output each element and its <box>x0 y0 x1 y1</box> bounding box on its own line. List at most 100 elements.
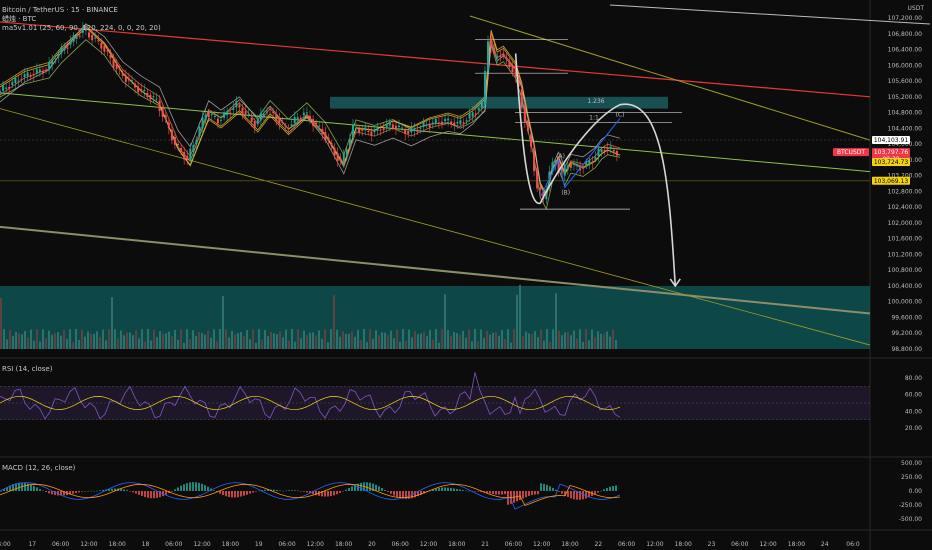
macd-title[interactable]: MACD (12, 26, close) <box>2 464 75 473</box>
candle-body <box>106 50 109 52</box>
candle-body <box>526 120 529 132</box>
candle-body <box>146 92 149 98</box>
volume-bar <box>390 330 392 349</box>
volume-bar <box>462 330 464 349</box>
wave-a-label: (A) <box>556 153 565 160</box>
candle-body <box>315 122 318 125</box>
macd-histogram-bar <box>132 491 134 493</box>
candle-body <box>287 128 290 130</box>
volume-bar <box>351 331 353 349</box>
candle-body <box>416 129 419 132</box>
macd-histogram-bar <box>285 490 287 492</box>
volume-bar <box>513 329 515 349</box>
candle-body <box>318 125 321 127</box>
time-axis-label: 19 <box>255 541 263 548</box>
candle-body <box>177 144 180 146</box>
macd-axis-label: 250.00 <box>901 474 922 481</box>
volume-bar <box>594 336 596 349</box>
candle-body <box>487 41 490 72</box>
price-axis-label: 104,400.00 <box>888 125 923 132</box>
chart-canvas[interactable]: 1.2361:1(A)(B)(C)USDT107,200.00106,800.0… <box>0 0 932 550</box>
macd-histogram-bar <box>582 491 584 500</box>
macd-histogram-bar <box>186 483 188 491</box>
macd-histogram-bar <box>549 486 551 491</box>
time-axis-label: 18:00 <box>448 541 465 548</box>
volume-bar <box>177 339 179 349</box>
candle-body <box>198 126 201 137</box>
volume-bar <box>444 294 446 349</box>
macd-histogram-bar <box>198 482 200 491</box>
macd-histogram-bar <box>153 491 155 499</box>
volume-bar <box>72 342 74 349</box>
macd-histogram-bar <box>294 490 296 491</box>
volume-bar <box>483 337 485 349</box>
time-axis-label: 18 <box>142 541 150 548</box>
macd-histogram-bar <box>237 491 239 498</box>
macd-histogram-bar <box>615 485 617 491</box>
candle-body <box>88 32 91 38</box>
price-axis-label: 106,800.00 <box>888 31 923 38</box>
candle-body <box>413 128 416 131</box>
volume-bar <box>36 329 38 349</box>
volume-bar <box>609 336 611 349</box>
candle-body <box>483 71 486 105</box>
chart-root: 1.236 1:1 (A) (B) (C) USDT 107,200.00 106,800.0… <box>0 0 932 550</box>
volume-bar <box>3 329 5 349</box>
candle-body <box>26 72 29 77</box>
volume-bar <box>477 341 479 349</box>
candle-body <box>170 129 173 141</box>
macd-histogram-bar <box>546 484 548 491</box>
volume-bar <box>138 338 140 349</box>
volume-bar <box>570 335 572 349</box>
candle-body <box>355 128 358 130</box>
volume-bar <box>612 329 614 349</box>
macd-histogram-bar <box>231 491 233 498</box>
macd-histogram-bar <box>492 491 494 495</box>
macd-histogram-bar <box>594 491 596 495</box>
macd-histogram-bar <box>273 489 275 491</box>
volume-bar <box>528 333 530 349</box>
candle-body <box>468 113 471 119</box>
macd-histogram-bar <box>531 491 533 496</box>
candle-body <box>137 86 140 93</box>
time-axis-label: 12:00 <box>533 541 550 548</box>
macd-histogram-bar <box>393 491 395 496</box>
volume-bar <box>75 329 77 349</box>
volume-bar <box>369 329 371 349</box>
candle-body <box>195 139 198 145</box>
rsi-title[interactable]: RSI (14, close) <box>2 365 52 374</box>
candle-body <box>428 124 431 128</box>
macd-histogram-bar <box>282 490 284 492</box>
macd-histogram-bar <box>450 487 452 491</box>
volume-bar <box>189 339 191 349</box>
time-axis-label: 12:00 <box>193 541 210 548</box>
candle-body <box>434 118 437 124</box>
candle-body <box>404 129 407 135</box>
time-axis-label: 12:00 <box>420 541 437 548</box>
volume-bar <box>12 336 14 349</box>
candle-body <box>140 88 143 90</box>
candle-body <box>609 146 612 150</box>
time-axis-label: 18:00 <box>561 541 578 548</box>
candle-body <box>305 112 308 114</box>
macd-histogram-bar <box>36 487 38 491</box>
candle-body <box>213 116 216 118</box>
candle-body <box>358 128 361 134</box>
volume-bar <box>93 333 95 349</box>
volume-bar <box>288 340 290 349</box>
candle-body <box>51 60 54 66</box>
price-axis-label: 105,200.00 <box>888 94 923 101</box>
indicator-legend[interactable]: ma5v1.01 (25, 60, 90, 120, 224, 0, 0, 20… <box>2 24 161 33</box>
volume-bar <box>417 334 419 349</box>
candle-body <box>219 119 222 121</box>
volume-bar <box>18 333 20 349</box>
macd-histogram-bar <box>468 490 470 492</box>
volume-bar <box>39 341 41 349</box>
volume-bar <box>96 331 98 349</box>
candle-body <box>342 153 345 164</box>
volume-bar <box>408 329 410 349</box>
volume-bar <box>48 330 50 349</box>
volume-bar <box>219 329 221 349</box>
macd-histogram-bar <box>336 491 338 495</box>
candle-body <box>508 61 511 68</box>
